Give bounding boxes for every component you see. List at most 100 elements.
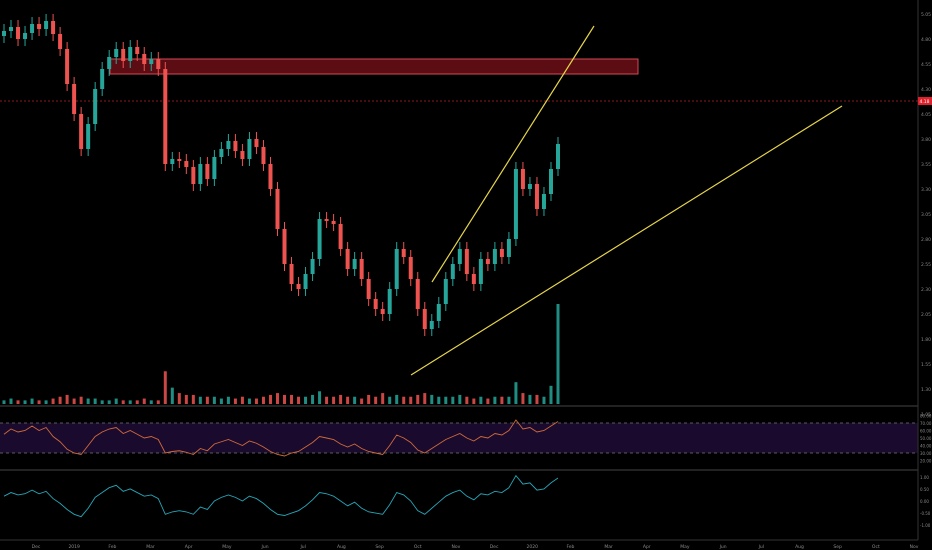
rsi-tick-label: 60.00 <box>920 429 932 434</box>
candle-body <box>275 189 280 229</box>
volume-bar <box>226 396 230 404</box>
candle-body <box>415 279 420 309</box>
time-tick-label: Apr <box>643 544 651 550</box>
volume-bar <box>304 396 308 404</box>
time-tick-label: 2019 <box>68 544 80 550</box>
volume-bar <box>23 400 27 404</box>
candle-body <box>156 59 161 69</box>
candle-body <box>65 49 70 84</box>
volume-bar <box>198 396 202 404</box>
osc-tick-label: 1.00 <box>920 475 929 480</box>
price-tick-label: 4.80 <box>921 37 931 43</box>
volume-bar <box>16 400 20 404</box>
volume-bar <box>149 400 153 404</box>
candle-body <box>37 24 42 29</box>
candle-body <box>93 89 98 124</box>
candle-body <box>289 264 294 284</box>
volume-bar <box>465 396 469 404</box>
price-tick-label: 1.30 <box>921 387 931 393</box>
candle-body <box>338 224 343 249</box>
volume-bar <box>135 400 139 404</box>
time-tick-label: Feb <box>108 544 116 550</box>
volume-bar <box>374 396 378 404</box>
volume-bar <box>416 394 420 404</box>
volume-bar <box>44 400 48 404</box>
candle-body <box>16 27 21 39</box>
candle-body <box>373 299 378 309</box>
candle-body <box>198 164 203 184</box>
candle-body <box>303 274 308 289</box>
candle-body <box>317 219 322 259</box>
candle-body <box>184 161 189 167</box>
volume-bar <box>360 398 364 404</box>
volume-bar <box>290 394 294 404</box>
time-tick-label: Oct <box>414 544 422 550</box>
volume-bar <box>353 396 357 404</box>
candle-body <box>478 259 483 284</box>
time-tick-label: Feb <box>566 544 574 550</box>
candle-body <box>114 49 119 57</box>
time-tick-label: Oct <box>872 544 880 550</box>
time-tick-label: Jul <box>299 544 305 550</box>
candle-body <box>72 84 77 114</box>
volume-bar <box>261 396 265 404</box>
volume-bar <box>437 396 441 404</box>
volume-bar <box>65 394 69 404</box>
rsi-tick-label: 50.00 <box>920 436 932 441</box>
volume-bar <box>500 396 504 404</box>
price-tick-label: 3.55 <box>921 162 931 168</box>
rsi-tick-label: 20.00 <box>920 459 932 464</box>
stock-chart[interactable]: 5.05 4.80 4.55 4.30 4.05 3.80 3.55 3.30 3.05 2.80… <box>0 0 932 550</box>
time-tick-label: Nov <box>452 544 461 550</box>
candle-body <box>219 149 224 157</box>
candle-body <box>233 141 238 151</box>
volume-bar <box>451 396 455 404</box>
price-tick-label: 2.80 <box>921 237 931 243</box>
candle-body <box>324 219 329 221</box>
volume-bar <box>409 396 413 404</box>
volume-bar <box>114 398 118 404</box>
volume-bar <box>72 398 76 404</box>
candle-body <box>107 57 112 69</box>
candle-body <box>394 249 399 289</box>
volume-bar <box>128 400 132 404</box>
candle-body <box>443 279 448 304</box>
time-tick-label: Mar <box>146 544 155 550</box>
candle-body <box>212 157 217 179</box>
time-tick-label: Jun <box>719 544 727 550</box>
volume-bar <box>514 382 518 404</box>
candle-body <box>471 274 476 284</box>
price-tick-label: 3.05 <box>921 212 931 218</box>
osc-tick-label: 0.00 <box>920 499 929 504</box>
volume-bar <box>332 396 336 404</box>
time-tick-label: Nov <box>910 544 919 550</box>
lower-trendline <box>410 105 843 376</box>
volume-bar <box>430 394 434 404</box>
volume-bar <box>177 393 181 404</box>
volume-bar <box>507 396 511 404</box>
candle-body <box>170 159 175 164</box>
price-tick-label: 1.55 <box>921 362 931 368</box>
candle-body <box>100 69 105 89</box>
osc-tick-label: -1.00 <box>920 523 931 528</box>
candle-body <box>499 249 504 257</box>
volume-bar <box>240 396 244 404</box>
candle-body <box>128 47 133 61</box>
price-tick-label: 1.80 <box>921 337 931 343</box>
volume-bar <box>549 385 553 404</box>
candle-body <box>58 34 63 49</box>
volume-bar <box>254 398 258 404</box>
volume-bar <box>458 394 462 404</box>
candle-body <box>268 164 273 189</box>
time-tick-label: Apr <box>185 544 193 550</box>
volume-bar <box>212 396 216 404</box>
volume-bar <box>395 394 399 404</box>
candle-body <box>30 24 35 33</box>
candle-body <box>44 21 49 29</box>
candle-body <box>506 239 511 257</box>
oscillator-line <box>3 474 559 518</box>
volume-bar <box>156 400 160 404</box>
price-tick-label: 2.05 <box>921 312 931 318</box>
volume-bar <box>542 396 546 404</box>
time-tick-label: Aug <box>337 544 346 550</box>
